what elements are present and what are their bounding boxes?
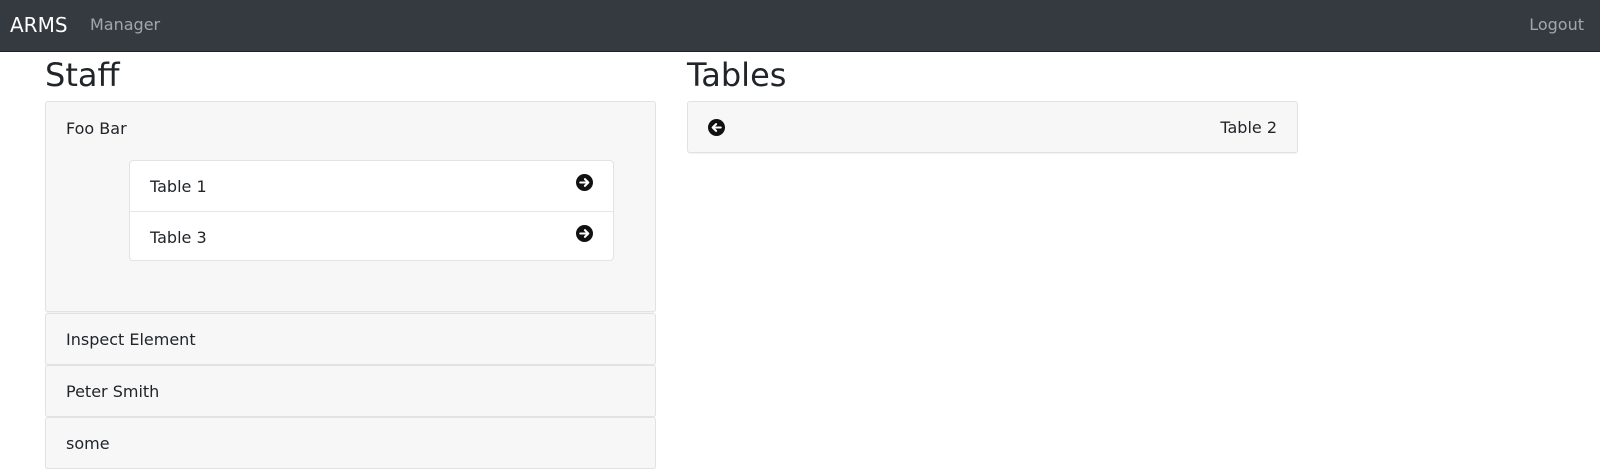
staff-card-some[interactable]: some <box>45 417 656 469</box>
top-navbar: ARMS Manager Logout <box>0 0 1600 52</box>
table-label: Table 1 <box>150 177 207 196</box>
brand-link[interactable]: ARMS <box>10 12 68 38</box>
table-label: Table 3 <box>150 228 207 247</box>
arrow-circle-right-icon[interactable] <box>576 225 593 242</box>
staff-card-inspect-element[interactable]: Inspect Element <box>45 313 656 365</box>
assigned-table-item[interactable]: Table 3 <box>130 211 613 261</box>
assigned-table-item[interactable]: Table 1 <box>130 161 613 211</box>
staff-card-peter-smith[interactable]: Peter Smith <box>45 365 656 417</box>
tables-heading: Tables <box>687 56 787 94</box>
staff-name: some <box>66 434 110 453</box>
unassigned-table-card[interactable]: Table 2 <box>687 101 1298 153</box>
table-label: Table 2 <box>1220 118 1277 137</box>
arrow-circle-right-icon[interactable] <box>576 174 593 191</box>
staff-name: Peter Smith <box>66 382 160 401</box>
arrow-circle-left-icon[interactable] <box>708 119 725 136</box>
assigned-tables-list: Table 1 Table 3 <box>129 160 614 261</box>
staff-name: Foo Bar <box>66 119 127 138</box>
staff-heading: Staff <box>45 56 120 94</box>
staff-name: Inspect Element <box>66 330 196 349</box>
logout-link[interactable]: Logout <box>1529 15 1584 35</box>
staff-card-foo-bar[interactable]: Foo Bar Table 1 Table 3 <box>45 101 656 312</box>
manager-nav-link[interactable]: Manager <box>90 15 160 35</box>
